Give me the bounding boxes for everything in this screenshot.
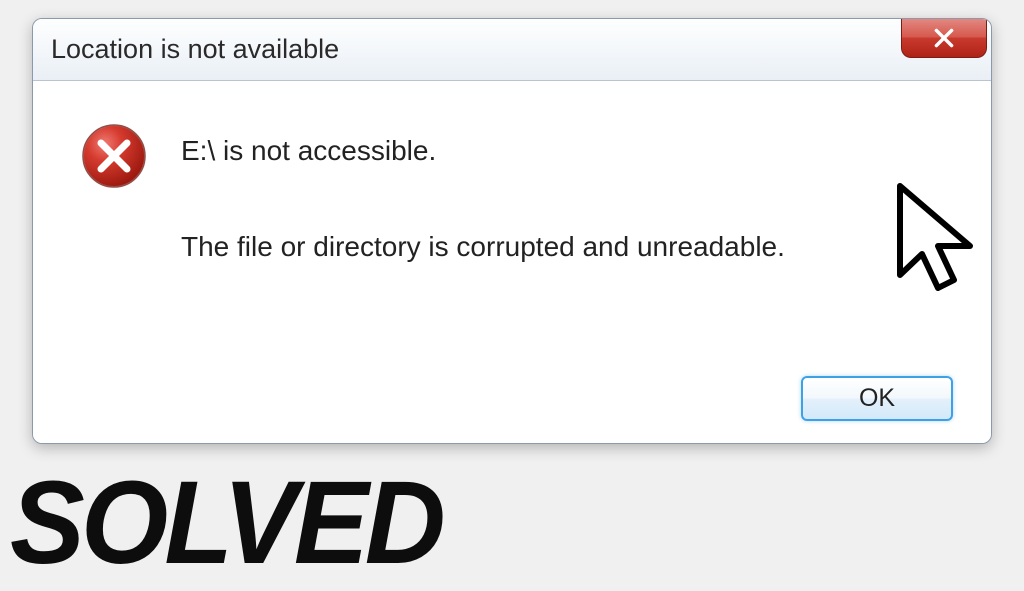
error-dialog: Location is not available E <box>32 18 992 444</box>
close-icon <box>931 25 957 51</box>
error-message-detail: The file or directory is corrupted and u… <box>181 231 785 263</box>
button-row: OK <box>801 376 953 421</box>
error-icon <box>81 123 147 189</box>
title-bar: Location is not available <box>33 19 991 81</box>
ok-button[interactable]: OK <box>801 376 953 421</box>
dialog-body: E:\ is not accessible. The file or direc… <box>33 81 991 443</box>
close-button[interactable] <box>901 18 987 58</box>
dialog-title: Location is not available <box>51 34 339 65</box>
error-message-main: E:\ is not accessible. <box>181 135 436 167</box>
overlay-solved-text: SOLVED <box>10 455 442 591</box>
